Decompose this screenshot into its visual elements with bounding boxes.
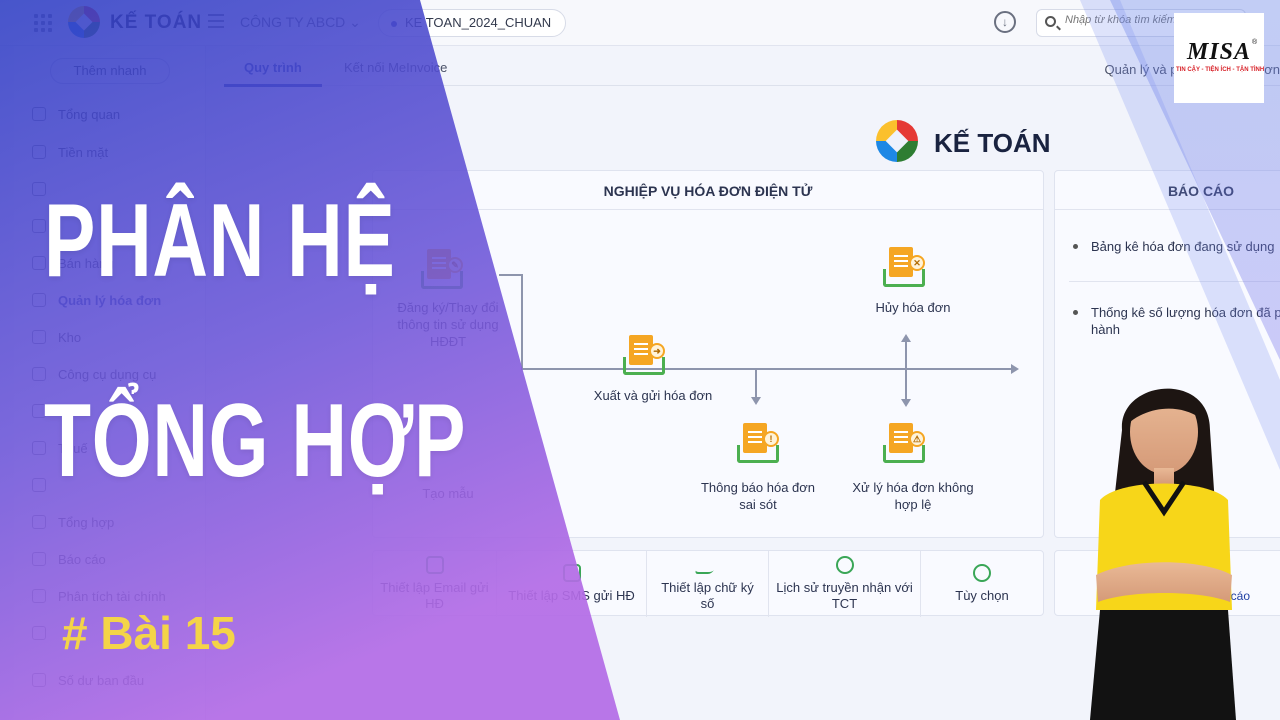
sidebar-item-overview[interactable]: Tổng quan bbox=[32, 104, 120, 124]
company-selector[interactable]: CÔNG TY ABCD ⌄ bbox=[240, 14, 361, 31]
general-icon bbox=[32, 515, 46, 529]
flow-arrow-right bbox=[1011, 364, 1019, 374]
sidebar-item-cash[interactable]: Tiền mặt bbox=[32, 142, 108, 162]
transmission-history-button[interactable]: Lịch sử truyền nhận với TCT bbox=[769, 551, 921, 617]
history-icon bbox=[835, 556, 854, 574]
flow-arrow-up bbox=[901, 334, 911, 342]
app-logo-icon bbox=[68, 6, 100, 38]
manage-invoices-link[interactable]: Quản lý và phát hành hóa đơn bbox=[1105, 62, 1280, 77]
cash-icon bbox=[32, 145, 46, 159]
settings-toolbar: Thiết lập Email gửi HĐ Thiết lập SMS gửi… bbox=[372, 550, 1044, 617]
gear-icon bbox=[973, 564, 991, 582]
apps-grid-icon[interactable] bbox=[34, 14, 52, 32]
sidebar-item-assets[interactable] bbox=[32, 401, 58, 421]
sidebar-item-finance[interactable]: Phân tích tài chính bbox=[32, 586, 166, 606]
template-label[interactable]: Tạo mẫu bbox=[393, 485, 503, 502]
warehouse-icon bbox=[32, 330, 46, 344]
email-icon bbox=[425, 556, 444, 574]
email-settings-button[interactable]: Thiết lập Email gửi HĐ bbox=[373, 551, 497, 617]
connector-line bbox=[521, 274, 523, 369]
pen-icon bbox=[693, 556, 722, 574]
register-label[interactable]: Đăng ký/Thay đổi thông tin sử dụng HĐĐT bbox=[383, 299, 513, 350]
notify-error-icon[interactable]: ! bbox=[737, 423, 783, 467]
sidebar-item-invoice[interactable]: Quản lý hóa đơn bbox=[32, 290, 161, 310]
report-invoice-list-link[interactable]: Bảng kê hóa đơn đang sử dụng bbox=[1073, 238, 1280, 255]
sidebar-item-purchase[interactable] bbox=[32, 216, 58, 236]
tab-process[interactable]: Quy trình bbox=[224, 60, 322, 87]
search-input[interactable] bbox=[1065, 14, 1241, 26]
tax-icon bbox=[32, 441, 46, 455]
finance-icon bbox=[32, 589, 46, 603]
sms-settings-button[interactable]: Thiết lập SMS gửi HĐ bbox=[497, 551, 647, 617]
sms-icon bbox=[562, 564, 581, 582]
register-icon[interactable]: ✎ bbox=[421, 249, 467, 293]
reports-more-card bbox=[1054, 550, 1280, 616]
database-selector[interactable]: KE TOAN_2024_CHUAN bbox=[378, 9, 567, 37]
sidebar-item-warehouse[interactable]: Kho bbox=[32, 327, 81, 347]
more-reports-link[interactable]: Báo cáo bbox=[1206, 589, 1250, 603]
quick-add-button[interactable]: Thêm nhanh bbox=[50, 58, 170, 84]
download-icon[interactable]: ↓ bbox=[994, 11, 1016, 33]
sidebar-item-general[interactable]: Tổng hợp bbox=[32, 512, 114, 532]
overview-icon bbox=[32, 107, 46, 121]
issue-invoice-label[interactable]: Xuất và gửi hóa đơn bbox=[573, 387, 733, 404]
flow-arrow-down bbox=[751, 397, 761, 405]
search-box[interactable] bbox=[1036, 9, 1246, 37]
cancel-invoice-icon[interactable]: ✕ bbox=[883, 247, 929, 291]
report-invoice-stats-link[interactable]: Thống kê số lượng hóa đơn đã phát hành bbox=[1073, 304, 1280, 338]
brand-name: KẾ TOÁN bbox=[934, 128, 1051, 158]
brand-logo-icon bbox=[876, 120, 918, 162]
top-bar: KẾ TOÁN CÔNG TY ABCD ⌄ KE TOAN_2024_CHUA… bbox=[0, 0, 1280, 46]
sidebar-item-sales[interactable]: Bán hàng bbox=[32, 253, 114, 273]
connector-line bbox=[905, 341, 907, 401]
handle-invalid-label[interactable]: Xử lý hóa đơn không hợp lệ bbox=[843, 479, 983, 513]
bank-icon bbox=[32, 182, 46, 196]
accounting-app: KẾ TOÁN CÔNG TY ABCD ⌄ KE TOAN_2024_CHUA… bbox=[0, 0, 1280, 720]
invoice-card-title: NGHIỆP VỤ HÓA ĐƠN ĐIỆN TỬ bbox=[603, 183, 813, 199]
hamburger-menu-icon[interactable] bbox=[208, 14, 224, 28]
app-title: KẾ TOÁN bbox=[110, 12, 203, 33]
content-tabs: Quy trình Kết nối MeInvoice Quản lý và p… bbox=[224, 52, 1280, 87]
sidebar-item-budget[interactable] bbox=[32, 623, 58, 643]
sidebar-item-tax[interactable]: Thuế bbox=[32, 438, 88, 458]
handle-invalid-icon[interactable]: ⚠ bbox=[883, 423, 929, 467]
signature-settings-button[interactable]: Thiết lập chữ ký số bbox=[647, 551, 769, 617]
connector-line bbox=[499, 274, 521, 276]
budget-icon bbox=[32, 626, 46, 640]
main-flow-line bbox=[521, 368, 1011, 370]
sidebar: Thêm nhanh Tổng quan Tiền mặt Bán hàng Q… bbox=[14, 46, 206, 720]
tab-meinvoice[interactable]: Kết nối MeInvoice bbox=[344, 60, 447, 75]
reports-card-title: BÁO CÁO bbox=[1167, 183, 1235, 199]
cancel-invoice-label[interactable]: Hủy hóa đơn bbox=[843, 299, 983, 316]
assets-icon bbox=[32, 404, 46, 418]
reports-card: BÁO CÁO Bảng kê hóa đơn đang sử dụng Thố… bbox=[1054, 170, 1280, 538]
sidebar-item-opening-balance[interactable]: Số dư ban đầu bbox=[32, 670, 144, 690]
price-icon bbox=[32, 478, 46, 492]
report-divider bbox=[1069, 281, 1280, 282]
connector-line bbox=[755, 368, 757, 398]
flow-arrow-down bbox=[901, 399, 911, 407]
purchase-icon bbox=[32, 219, 46, 233]
balance-icon bbox=[32, 673, 46, 687]
sidebar-item-reports[interactable]: Báo cáo bbox=[32, 549, 106, 569]
sidebar-item-price[interactable] bbox=[32, 475, 58, 495]
options-button[interactable]: Tùy chọn bbox=[921, 551, 1043, 617]
issue-invoice-icon[interactable]: ➜ bbox=[623, 335, 669, 379]
invoice-process-card: NGHIỆP VỤ HÓA ĐƠN ĐIỆN TỬ ✎ Đăng ký/Thay… bbox=[372, 170, 1044, 538]
notify-error-label[interactable]: Thông báo hóa đơn sai sót bbox=[693, 479, 823, 513]
invoice-icon bbox=[32, 293, 46, 307]
cart-icon bbox=[32, 256, 46, 270]
card-divider bbox=[1055, 209, 1280, 210]
card-divider bbox=[373, 209, 1043, 210]
sidebar-item-tools[interactable]: Công cụ dụng cụ bbox=[32, 364, 156, 384]
sidebar-item-deposit[interactable] bbox=[32, 179, 58, 199]
tools-icon bbox=[32, 367, 46, 381]
report-icon bbox=[32, 552, 46, 566]
search-icon bbox=[1045, 16, 1056, 27]
